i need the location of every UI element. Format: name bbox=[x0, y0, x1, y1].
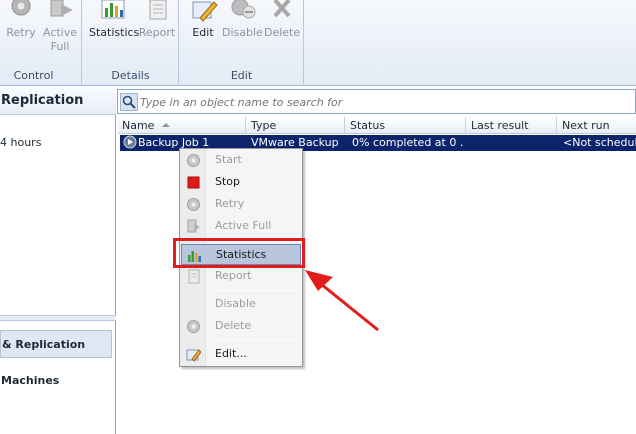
ribbon-group-edit: Edit Disable Delete Edit bbox=[180, 0, 304, 86]
nav-item-virtual-machines[interactable]: Machines bbox=[0, 367, 112, 395]
column-header-name[interactable]: Name bbox=[118, 117, 246, 134]
menu-separator bbox=[214, 290, 300, 291]
column-header-status[interactable]: Status bbox=[346, 117, 466, 134]
grid-header: Name Type Status Last result Next run bbox=[118, 117, 636, 134]
annotation-highlight-box bbox=[173, 238, 305, 268]
search-icon[interactable] bbox=[120, 93, 138, 111]
statistics-button[interactable]: Statistics bbox=[89, 0, 139, 40]
cell-status: 0% completed at 0 ... bbox=[352, 136, 464, 149]
menu-separator bbox=[214, 339, 300, 340]
delete-icon bbox=[267, 0, 297, 22]
menu-item-report[interactable]: Report bbox=[181, 266, 301, 287]
sort-ascending-icon bbox=[162, 123, 171, 127]
menu-item-edit[interactable]: Edit... bbox=[181, 344, 301, 365]
nav-splitter[interactable] bbox=[0, 315, 116, 321]
disable-button[interactable]: Disable bbox=[222, 0, 263, 40]
column-header-next-run[interactable]: Next run bbox=[558, 117, 636, 134]
menu-item-retry[interactable]: Retry bbox=[181, 194, 301, 215]
ribbon-toolbar: Retry Active Full Control Statistics Rep… bbox=[0, 0, 636, 86]
retry-gear-icon bbox=[6, 0, 36, 22]
search-bar bbox=[117, 89, 636, 114]
menu-item-active-full[interactable]: Active Full bbox=[181, 216, 301, 237]
nav-item-backup-replication[interactable]: & Replication bbox=[0, 330, 112, 358]
ribbon-group-label-details: Details bbox=[111, 69, 150, 82]
disable-icon bbox=[227, 0, 257, 22]
cell-next-run: <Not scheduled bbox=[563, 136, 636, 149]
edit-icon bbox=[188, 0, 218, 22]
ribbon-group-control: Retry Active Full Control bbox=[0, 0, 82, 86]
delete-button[interactable]: Delete bbox=[264, 0, 300, 40]
edit-icon bbox=[186, 347, 202, 362]
menu-item-start[interactable]: Start bbox=[181, 150, 301, 171]
ribbon-group-label-edit: Edit bbox=[230, 69, 253, 82]
report-icon bbox=[186, 269, 201, 284]
search-input[interactable] bbox=[140, 93, 630, 111]
ribbon-group-details: Statistics Report Details bbox=[83, 0, 179, 86]
nav-schedule-text: 4 hours bbox=[0, 136, 42, 149]
menu-item-delete[interactable]: Delete bbox=[181, 316, 301, 337]
report-icon bbox=[142, 0, 172, 22]
retry-gear-icon bbox=[186, 197, 201, 212]
active-full-icon bbox=[45, 0, 75, 22]
column-header-type[interactable]: Type bbox=[247, 117, 345, 134]
stop-icon bbox=[186, 175, 201, 190]
retry-button[interactable]: Retry bbox=[4, 0, 38, 40]
column-header-last-result[interactable]: Last result bbox=[467, 117, 557, 134]
menu-item-disable[interactable]: Disable bbox=[181, 294, 301, 315]
statistics-icon bbox=[97, 0, 127, 22]
active-full-button[interactable]: Active Full bbox=[40, 0, 80, 54]
left-navigation-pane: Replication 4 hours & Replication Machin… bbox=[0, 87, 116, 434]
ribbon-group-label-control: Control bbox=[13, 69, 54, 82]
active-full-icon bbox=[186, 219, 201, 234]
nav-pane-title: Replication bbox=[0, 87, 116, 115]
start-gear-icon bbox=[186, 153, 201, 168]
job-status-icon bbox=[123, 135, 137, 152]
delete-gear-icon bbox=[186, 319, 201, 334]
report-button[interactable]: Report bbox=[137, 0, 177, 40]
edit-button[interactable]: Edit bbox=[186, 0, 220, 40]
menu-item-stop[interactable]: Stop bbox=[181, 172, 301, 193]
